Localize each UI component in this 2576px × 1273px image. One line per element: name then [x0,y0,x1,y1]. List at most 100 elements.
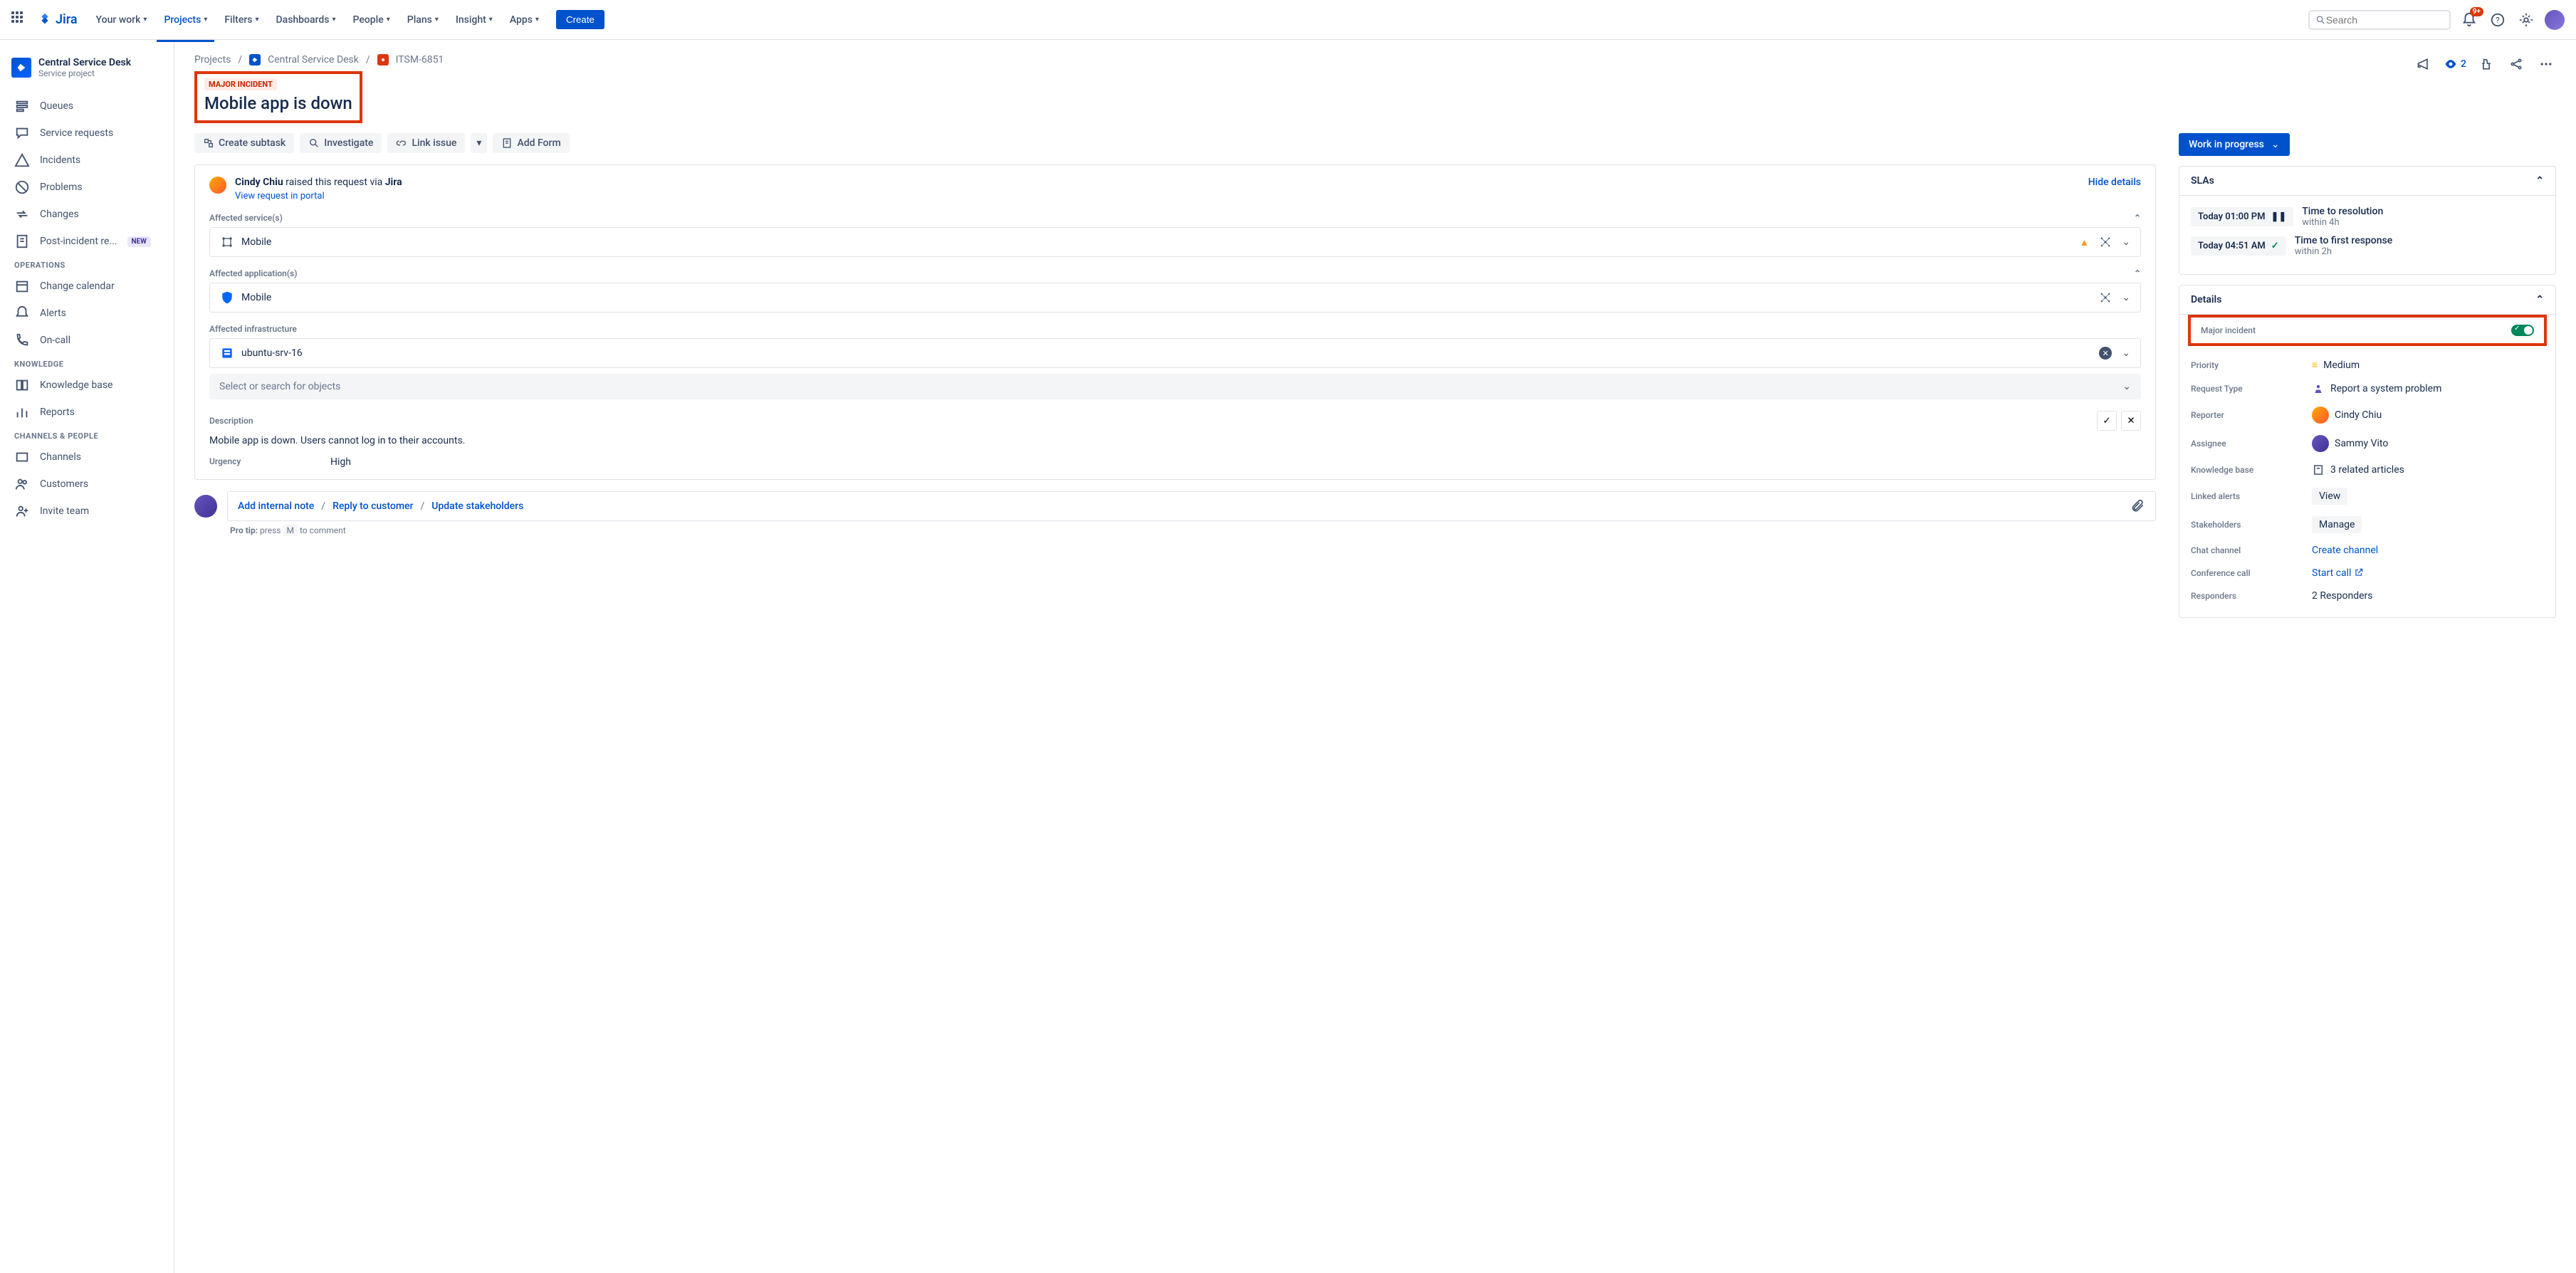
sidebar-item-service-requests[interactable]: Service requests [6,120,168,147]
search-input[interactable] [2326,14,2444,26]
view-in-portal-link[interactable]: View request in portal [235,191,325,201]
start-call-link[interactable]: Start call [2312,567,2364,579]
major-incident-toggle[interactable] [2511,325,2534,336]
sidebar-item-changes[interactable]: Changes [6,201,168,228]
sidebar-item-oncall[interactable]: On-call [6,327,168,354]
kb-value[interactable]: 3 related articles [2312,463,2404,476]
global-search[interactable] [2308,10,2451,30]
sidebar-item-alerts[interactable]: Alerts [6,300,168,327]
project-header[interactable]: Central Service Desk Service project [6,51,168,84]
graph-icon[interactable] [2099,291,2112,304]
sidebar-item-problems[interactable]: Problems [6,174,168,201]
jira-logo[interactable]: Jira [37,12,78,28]
breadcrumb-projects[interactable]: Projects [194,54,231,66]
stakeholders-button[interactable]: Manage [2312,516,2362,533]
status-dropdown[interactable]: Work in progress⌄ [2179,133,2290,156]
chevron-down-icon[interactable]: ⌄ [2122,236,2130,248]
chevron-down-icon[interactable]: ⌄ [2122,347,2130,359]
collapse-icon[interactable]: ⌃ [2134,268,2141,278]
affected-app-field[interactable]: Mobile ⌄ [209,283,2141,313]
notifications-button[interactable]: 9+ [2459,10,2479,30]
sidebar-item-change-calendar[interactable]: Change calendar [6,273,168,300]
share-button[interactable] [2506,54,2526,74]
comment-box[interactable]: Add internal note / Reply to customer / … [227,491,2156,521]
graph-icon[interactable] [2099,236,2112,248]
issue-title[interactable]: Mobile app is down [204,93,352,113]
attachment-icon[interactable] [2131,499,2145,513]
sidebar-item-channels[interactable]: Channels [6,444,168,471]
sidebar-item-knowledge-base[interactable]: Knowledge base [6,372,168,399]
priority-value[interactable]: ≡Medium [2312,359,2360,371]
nav-dashboards[interactable]: Dashboards▾ [269,9,343,31]
watch-button[interactable]: 2 [2444,57,2466,71]
collapse-icon[interactable]: ⌃ [2134,213,2141,223]
affected-service-field[interactable]: Mobile ▲ ⌄ [209,227,2141,257]
nav-filters[interactable]: Filters▾ [217,9,266,31]
link-issue-button[interactable]: Link issue [387,133,465,153]
reporter-value[interactable]: Cindy Chiu [2312,407,2382,424]
more-actions-button[interactable] [2536,54,2556,74]
hide-details-link[interactable]: Hide details [2088,177,2141,188]
service-icon [220,235,234,249]
feedback-button[interactable] [2414,54,2434,74]
description-text[interactable]: Mobile app is down. Users cannot log in … [209,435,2141,446]
description-cancel-button[interactable]: ✕ [2121,411,2141,431]
check-icon: ✓ [2271,241,2279,251]
app-switcher-icon[interactable] [11,11,28,28]
update-stakeholders-link[interactable]: Update stakeholders [431,501,523,512]
collapse-icon[interactable]: ⌃ [2535,294,2544,305]
chevron-down-icon: ⌄ [2122,381,2131,392]
add-form-button[interactable]: Add Form [493,133,569,153]
assignee-value[interactable]: Sammy Vito [2312,435,2388,452]
requester-name: Cindy Chiu [235,177,283,188]
profile-avatar[interactable] [2545,10,2565,30]
investigate-button[interactable]: Investigate [300,133,382,153]
sidebar-group-knowledge: KNOWLEDGE [6,354,168,372]
sidebar-item-incidents[interactable]: Incidents [6,147,168,174]
nav-people[interactable]: People▾ [346,9,397,31]
create-channel-link[interactable]: Create channel [2312,545,2378,556]
sidebar-item-post-incident[interactable]: Post-incident re...NEW [6,228,168,255]
vote-button[interactable] [2476,54,2496,74]
request-type-value[interactable]: Report a system problem [2312,382,2441,395]
reply-customer-link[interactable]: Reply to customer [333,501,413,512]
chevron-down-icon: ▾ [387,16,390,23]
pause-icon: ❚❚ [2271,211,2286,222]
nav-insight[interactable]: Insight▾ [449,9,500,31]
linked-alerts-button[interactable]: View [2312,488,2347,505]
issue-toolbar: Create subtask Investigate Link issue ▾ … [194,133,2156,153]
chevron-down-icon: ▾ [535,16,539,23]
top-navigation: Jira Your work▾ Projects▾ Filters▾ Dashb… [0,0,2576,40]
object-select[interactable]: Select or search for objects ⌄ [209,374,2141,399]
description-confirm-button[interactable]: ✓ [2097,411,2117,431]
collapse-icon[interactable]: ⌃ [2535,175,2544,187]
link-issue-dropdown[interactable]: ▾ [471,133,487,153]
nav-plans[interactable]: Plans▾ [400,9,446,31]
chevron-down-icon[interactable]: ⌄ [2122,292,2130,303]
chevron-down-icon: ▾ [255,16,258,23]
project-type-icon [249,54,261,66]
create-subtask-button[interactable]: Create subtask [194,133,294,153]
description-label: Description [209,416,253,426]
sidebar-item-queues[interactable]: Queues [6,93,168,120]
add-internal-note-link[interactable]: Add internal note [238,501,314,512]
server-icon [220,346,234,360]
help-button[interactable]: ? [2488,10,2508,30]
responders-value[interactable]: 2 Responders [2312,590,2372,602]
urgency-value[interactable]: High [330,456,351,468]
sidebar-item-reports[interactable]: Reports [6,399,168,426]
nav-your-work[interactable]: Your work▾ [89,9,155,31]
sidebar-item-invite-team[interactable]: Invite team [6,498,168,525]
comment-tip: Pro tip: press M to comment [230,525,2156,535]
settings-button[interactable] [2516,10,2536,30]
major-incident-badge: MAJOR INCIDENT [204,78,277,90]
breadcrumb-project[interactable]: Central Service Desk [268,54,359,66]
nav-projects[interactable]: Projects▾ [157,9,214,31]
affected-infra-field[interactable]: ubuntu-srv-16 ✕ ⌄ [209,338,2141,368]
sidebar-item-customers[interactable]: Customers [6,471,168,498]
chevron-down-icon: ▾ [204,16,207,23]
create-button[interactable]: Create [556,10,604,29]
breadcrumb-issue-key[interactable]: ITSM-6851 [396,54,444,66]
nav-apps[interactable]: Apps▾ [503,9,546,31]
remove-icon[interactable]: ✕ [2099,347,2112,360]
